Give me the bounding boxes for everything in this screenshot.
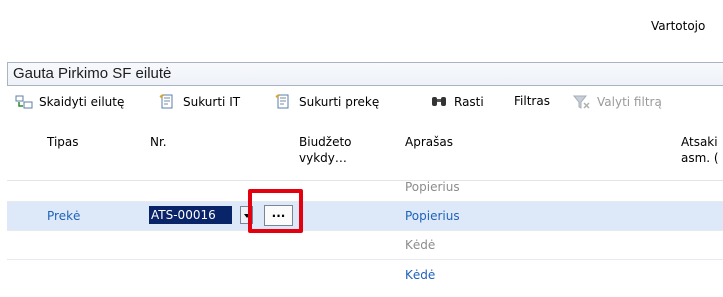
create-document-icon [159, 94, 177, 110]
clear-filter-button[interactable]: Valyti filtrą [572, 94, 662, 110]
create-it-label: Sukurti IT [183, 95, 241, 109]
create-document-icon [275, 94, 293, 110]
highlight-box [248, 189, 303, 233]
create-it-button[interactable]: Sukurti IT [159, 94, 240, 110]
column-responsible[interactable]: Atsaki asm. ( [681, 134, 719, 166]
nr-input[interactable]: ATS-00016 [149, 206, 232, 224]
table-row-selected[interactable]: Prekė ATS-00016 ... Popierius [7, 202, 723, 231]
split-line-button[interactable]: Skaidyti eilutę [15, 94, 124, 110]
find-button[interactable]: Rasti [430, 94, 484, 110]
create-item-button[interactable]: Sukurti prekę [275, 94, 379, 110]
create-item-label: Sukurti prekę [299, 95, 380, 109]
find-label: Rasti [454, 95, 484, 109]
column-description[interactable]: Aprašas [405, 134, 453, 150]
clear-filter-label: Valyti filtrą [597, 95, 662, 109]
panel-title: Gauta Pirkimo SF eilutė [7, 62, 723, 86]
column-budget-line1: Biudžeto [299, 135, 352, 149]
user-label: Vartotojo [651, 19, 706, 33]
row-type: Prekė [47, 209, 81, 223]
row-description: Popierius [405, 180, 460, 194]
column-nr[interactable]: Nr. [150, 134, 167, 150]
table-row[interactable]: Kėdė [7, 231, 723, 260]
row-description: Popierius [405, 209, 460, 223]
split-line-icon [15, 94, 33, 110]
invoice-line-panel: Gauta Pirkimo SF eilutė Skaidyti eilutę [7, 62, 723, 297]
clear-filter-icon [572, 94, 591, 110]
split-line-label: Skaidyti eilutę [39, 95, 125, 109]
column-budget-line2: vykdy… [299, 151, 347, 165]
table-row[interactable]: Popierius [7, 173, 723, 202]
column-budget[interactable]: Biudžeto vykdy… [299, 134, 352, 166]
column-type[interactable]: Tipas [47, 134, 79, 150]
filter-label: Filtras [514, 94, 550, 108]
filter-button[interactable]: Filtras [514, 94, 550, 108]
row-description: Kėdė [405, 238, 436, 252]
binoculars-icon [430, 94, 448, 110]
toolbar: Skaidyti eilutę Sukurti IT Sukurti prekę… [7, 90, 723, 116]
column-responsible-line2: asm. ( [681, 151, 719, 165]
row-description: Kėdė [405, 268, 436, 282]
table-row[interactable]: Kėdė [7, 261, 723, 290]
column-responsible-line1: Atsaki [681, 135, 718, 149]
